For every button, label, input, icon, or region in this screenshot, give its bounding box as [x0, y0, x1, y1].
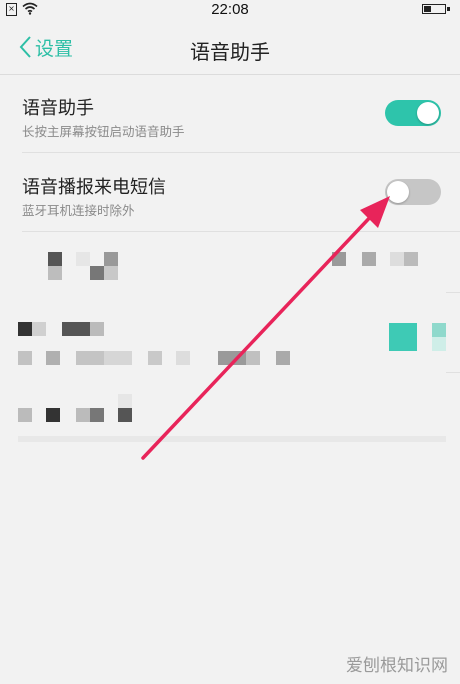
watermark-text: 爱刨根知识网 [346, 656, 448, 676]
annotation-arrow [141, 196, 390, 460]
